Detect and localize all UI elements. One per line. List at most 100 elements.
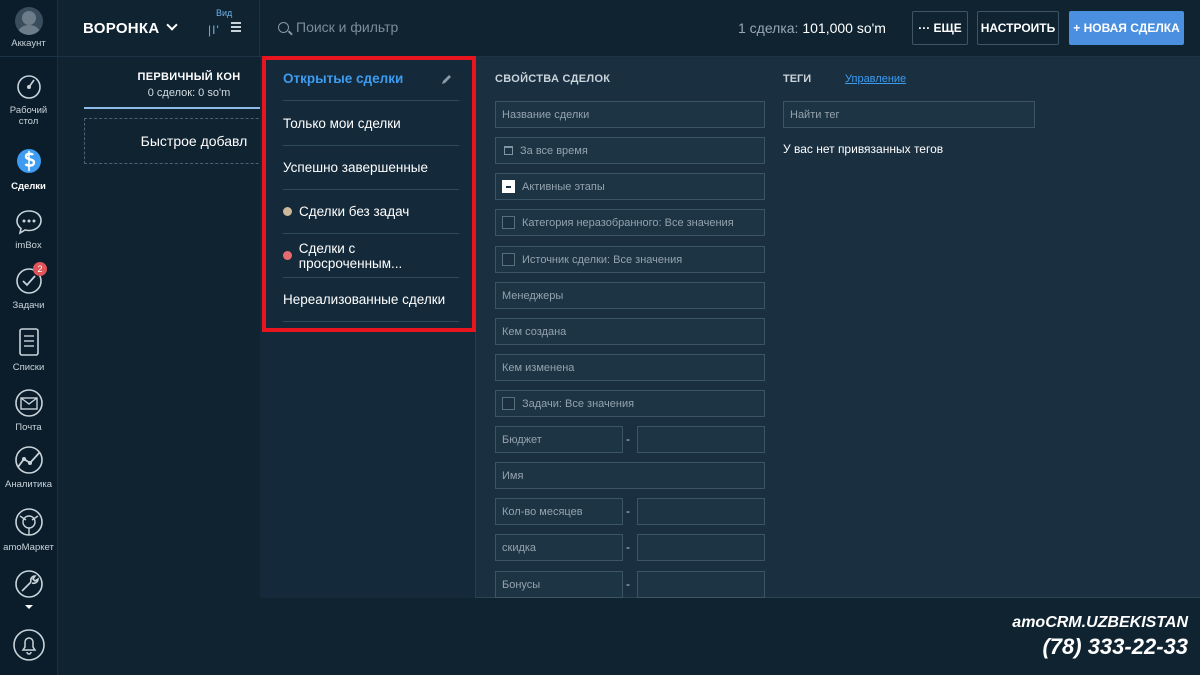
search-icon: [278, 21, 289, 33]
dashboard-icon: [16, 75, 41, 99]
status-dot: [283, 251, 292, 260]
sidebar-item-label: Сделки: [11, 181, 46, 192]
sidebar-item-label: Почта: [15, 422, 42, 433]
brand-name: amoCRM.UZBEKISTAN: [1012, 614, 1188, 631]
tags-manage-link[interactable]: Управление: [845, 73, 906, 85]
new-deal-button[interactable]: + НОВАЯ СДЕЛКА: [1069, 11, 1184, 45]
preset-open-deals[interactable]: Открытые сделки: [283, 57, 459, 101]
list-view-icon[interactable]: [231, 22, 241, 34]
edit-pencil-icon[interactable]: [441, 73, 453, 85]
left-sidebar: Аккаунт Рабочий стол Сделки imBox 2 Зада…: [0, 0, 58, 675]
preset-label: Нереализованные сделки: [283, 292, 446, 307]
brand-watermark: amoCRM.UZBEKISTAN (78) 333-22-33: [1012, 614, 1188, 660]
sidebar-item-label: Рабочий стол: [9, 105, 48, 127]
budget-from-field[interactable]: Бюджет: [495, 426, 623, 453]
source-field[interactable]: Источник сделки: Все значения: [495, 246, 765, 273]
divider: [259, 0, 260, 57]
sidebar-item-label: Задачи: [12, 300, 45, 311]
sidebar-item-dashboard[interactable]: Рабочий стол: [0, 73, 57, 127]
bonuses-from-field[interactable]: Бонусы: [495, 571, 623, 598]
range-dash: -: [626, 504, 630, 518]
no-tags-message: У вас нет привязанных тегов: [783, 142, 944, 156]
analytics-icon: [14, 446, 43, 474]
period-field[interactable]: За все время: [495, 137, 765, 164]
range-dash: -: [626, 432, 630, 446]
discount-to-field[interactable]: [637, 534, 765, 561]
range-dash: -: [626, 577, 630, 591]
budget-to-field[interactable]: [637, 426, 765, 453]
sidebar-item-label: Аналитика: [4, 479, 53, 490]
pipeline-label: ВОРОНКА: [83, 20, 160, 37]
preset-overdue-deals[interactable]: Сделки с просроченным...: [283, 234, 459, 278]
bonuses-to-field[interactable]: [637, 571, 765, 598]
bell-icon: [12, 629, 45, 661]
summary-value: 101,000 so'm: [802, 20, 886, 36]
sidebar-item-mail[interactable]: Почта: [0, 388, 57, 433]
chat-icon: [15, 210, 42, 235]
preset-won-deals[interactable]: Успешно завершенные: [283, 146, 459, 190]
checkbox[interactable]: [502, 397, 515, 410]
search-placeholder: Поиск и фильтр: [296, 19, 399, 35]
deal-name-field[interactable]: Название сделки: [495, 101, 765, 128]
preset-label: Успешно завершенные: [283, 160, 428, 175]
sidebar-item-label: Списки: [12, 362, 45, 373]
avatar: [14, 7, 43, 35]
active-stages-field[interactable]: Активные этапы: [495, 173, 765, 200]
pipeline-selector[interactable]: ВОРОНКА: [83, 19, 178, 37]
deal-properties-title: СВОЙСТВА СДЕЛОК: [495, 73, 611, 85]
created-by-field[interactable]: Кем создана: [495, 318, 765, 345]
settings-icon: [14, 570, 43, 598]
category-value: Категория неразобранного: Все значения: [522, 216, 734, 229]
partial-checkbox[interactable]: [502, 180, 515, 193]
preset-label: Сделки с просроченным...: [298, 240, 403, 271]
name-field[interactable]: Имя: [495, 462, 765, 489]
active-stages-value: Активные этапы: [522, 180, 605, 193]
months-from-field[interactable]: Кол-во месяцев: [495, 498, 623, 525]
discount-from-field[interactable]: скидка: [495, 534, 623, 561]
filter-presets-list: Открытые сделки Только мои сделки Успешн…: [260, 57, 476, 598]
tasks-field[interactable]: Задачи: Все значения: [495, 390, 765, 417]
sidebar-item-notifications[interactable]: [0, 628, 57, 666]
preset-label: Сделки без задач: [299, 204, 410, 219]
modified-by-field[interactable]: Кем изменена: [495, 354, 765, 381]
preset-my-deals[interactable]: Только мои сделки: [283, 102, 459, 146]
top-bar: ВОРОНКА Вид |I' Поиск и фильтр 1 сделка:…: [58, 0, 1200, 57]
months-to-field[interactable]: [637, 498, 765, 525]
sidebar-item-tasks[interactable]: 2 Задачи: [0, 262, 57, 311]
deals-icon: [16, 149, 41, 173]
sidebar-item-label: imBox: [15, 240, 42, 251]
sidebar-item-market[interactable]: amoМаркет: [0, 506, 57, 553]
sidebar-item-imbox[interactable]: imBox: [0, 208, 57, 251]
sidebar-item-deals[interactable]: Сделки: [0, 145, 57, 192]
source-value: Источник сделки: Все значения: [522, 253, 683, 266]
checkbox[interactable]: [502, 216, 515, 229]
view-label: Вид: [216, 8, 233, 18]
tags-title: ТЕГИ: [783, 73, 812, 85]
tag-search-input[interactable]: Найти тег: [783, 101, 1035, 128]
sidebar-item-label: amoМаркет: [3, 542, 54, 553]
mail-icon: [14, 389, 43, 417]
lists-icon: [18, 328, 39, 356]
checkbox[interactable]: [502, 253, 515, 266]
preset-label: Только мои сделки: [283, 116, 401, 131]
setup-button[interactable]: НАСТРОИТЬ: [977, 11, 1059, 45]
more-button[interactable]: ··· ЕЩЕ: [912, 11, 968, 45]
market-icon: [14, 508, 43, 536]
brand-phone: (78) 333-22-33: [1042, 634, 1188, 659]
pipeline-view-icon[interactable]: |I': [208, 23, 220, 37]
preset-deals-without-tasks[interactable]: Сделки без задач: [283, 190, 459, 234]
search-filter-input[interactable]: Поиск и фильтр: [278, 19, 398, 35]
account-button[interactable]: Аккаунт: [0, 0, 57, 57]
category-field[interactable]: Категория неразобранного: Все значения: [495, 209, 765, 236]
chevron-down-icon: [24, 605, 33, 609]
sidebar-item-settings[interactable]: [0, 568, 57, 614]
managers-field[interactable]: Менеджеры: [495, 282, 765, 309]
deals-summary: 1 сделка: 101,000 so'm: [738, 20, 886, 36]
sidebar-item-analytics[interactable]: Аналитика: [0, 445, 57, 490]
preset-lost-deals[interactable]: Нереализованные сделки: [283, 278, 459, 322]
sidebar-item-lists[interactable]: Списки: [0, 326, 57, 373]
range-dash: -: [626, 540, 630, 554]
chevron-down-icon: [165, 19, 178, 31]
summary-prefix: 1 сделка:: [738, 20, 799, 36]
view-switcher[interactable]: Вид |I': [203, 8, 248, 44]
